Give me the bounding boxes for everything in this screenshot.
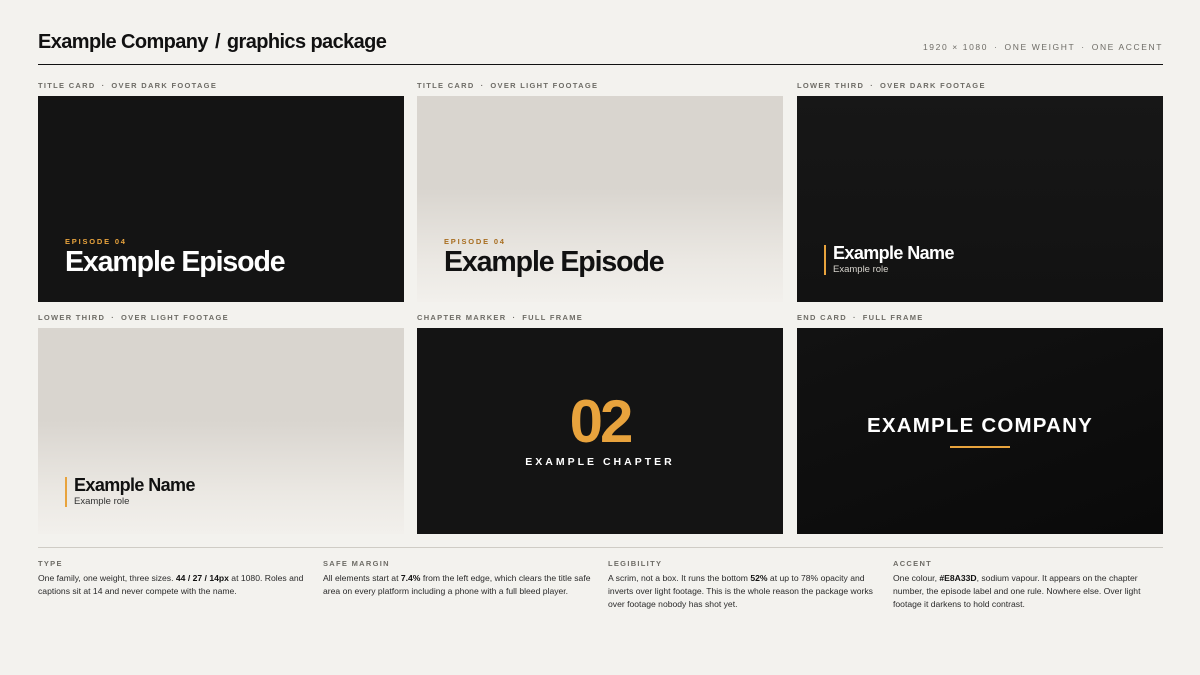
meta-resolution: 1920 × 1080 (922, 42, 989, 52)
card-lower-third-light: LOWER THIRD · OVER LIGHT FOOTAGE Example N… (38, 313, 404, 534)
lower-third-name: Example Name (74, 475, 195, 495)
card-label-type: TITLE CARD (417, 81, 475, 90)
note-emphasis: #E8A33D (939, 573, 977, 583)
card-label: CHAPTER MARKER · FULL FRAME (417, 313, 783, 328)
accent-bar (65, 477, 67, 507)
card-label: LOWER THIRD · OVER LIGHT FOOTAGE (38, 313, 404, 328)
card-label-context: FULL FRAME (522, 313, 584, 322)
lower-third-name: Example Name (833, 243, 954, 263)
label-dot: · (111, 313, 116, 322)
graphics-package-page: Example Company / graphics package 1920 × … (38, 0, 1163, 675)
spec-meta: 1920 × 1080 · ONE WEIGHT · ONE ACCENT (923, 42, 1163, 52)
note-legibility: LEGIBILITY A scrim, not a box. It runs t… (608, 559, 878, 611)
meta-weight: ONE WEIGHT (1004, 42, 1076, 52)
card-title-dark: TITLE CARD · OVER DARK FOOTAGE EPISODE 04 … (38, 81, 404, 302)
note-text: A scrim, not a box. It runs the bottom (608, 573, 751, 583)
preview-frame: Example Name Example role (797, 96, 1163, 302)
card-label: TITLE CARD · OVER DARK FOOTAGE (38, 81, 404, 96)
note-accent: ACCENT One colour, #E8A33D, sodium vapou… (893, 559, 1163, 611)
notes-divider (38, 547, 1163, 548)
preview-frame: EPISODE 04 Example Episode (38, 96, 404, 302)
card-label-context: OVER DARK FOOTAGE (880, 81, 986, 90)
episode-title: Example Episode (65, 246, 286, 278)
note-heading: LEGIBILITY (608, 559, 663, 568)
episode-label: EPISODE 04 (444, 237, 506, 246)
note-body: One colour, #E8A33D, sodium vapour. It a… (893, 572, 1163, 611)
episode-title: Example Episode (444, 246, 665, 278)
meta-dot: · (1081, 42, 1086, 52)
card-label-type: LOWER THIRD (38, 313, 106, 322)
preview-frame: EXAMPLE COMPANY (797, 328, 1163, 534)
card-label-context: OVER DARK FOOTAGE (111, 81, 218, 90)
note-emphasis: 44 / 27 / 14px (175, 573, 229, 583)
card-chapter-marker: CHAPTER MARKER · FULL FRAME 02 EXAMPLE CHA… (417, 313, 783, 534)
meta-dot: · (994, 42, 999, 52)
meta-accent: ONE ACCENT (1091, 42, 1163, 52)
accent-bar (824, 245, 826, 275)
card-label-type: LOWER THIRD (797, 81, 865, 90)
card-label: TITLE CARD · OVER LIGHT FOOTAGE (417, 81, 783, 96)
label-dot: · (512, 313, 517, 322)
lower-third-role: Example role (74, 496, 130, 507)
chapter-name: EXAMPLE CHAPTER (525, 456, 675, 468)
page-header: Example Company / graphics package 1920 × … (38, 30, 1163, 65)
accent-rule (950, 446, 1010, 448)
note-text: One colour, (893, 573, 940, 583)
title-separator: / (214, 31, 221, 53)
card-label-context: FULL FRAME (862, 313, 924, 322)
card-title-light: TITLE CARD · OVER LIGHT FOOTAGE EPISODE 04… (417, 81, 783, 302)
lower-third-role: Example role (833, 264, 889, 275)
card-label: LOWER THIRD · OVER DARK FOOTAGE (797, 81, 1163, 96)
label-dot: · (870, 81, 875, 90)
card-lower-third-dark: LOWER THIRD · OVER DARK FOOTAGE Example Na… (797, 81, 1163, 302)
note-emphasis: 7.4% (400, 573, 421, 583)
note-type: TYPE One family, one weight, three sizes… (38, 559, 308, 598)
note-heading: ACCENT (893, 559, 933, 568)
note-heading: SAFE MARGIN (323, 559, 390, 568)
card-label-type: END CARD (797, 313, 847, 322)
card-label-type: CHAPTER MARKER (417, 313, 507, 322)
note-emphasis: 52% (750, 573, 768, 583)
note-text: One family, one weight, three sizes. (38, 573, 176, 583)
card-label-context: OVER LIGHT FOOTAGE (121, 313, 229, 322)
company-name: Example Company (38, 31, 209, 53)
note-safe-margin: SAFE MARGIN All elements start at 7.4% f… (323, 559, 593, 598)
note-text: All elements start at (323, 573, 401, 583)
package-subtitle: graphics package (226, 31, 387, 53)
label-dot: · (852, 313, 857, 322)
note-body: A scrim, not a box. It runs the bottom 5… (608, 572, 878, 611)
preview-frame: 02 EXAMPLE CHAPTER (417, 328, 783, 534)
card-label-context: OVER LIGHT FOOTAGE (490, 81, 599, 90)
preview-frame: Example Name Example role (38, 328, 404, 534)
note-body: All elements start at 7.4% from the left… (323, 572, 593, 598)
chapter-number: 02 (569, 388, 634, 455)
note-heading: TYPE (38, 559, 63, 568)
card-label-type: TITLE CARD (38, 81, 96, 90)
label-dot: · (480, 81, 485, 90)
note-body: One family, one weight, three sizes. 44 … (38, 572, 308, 598)
episode-label: EPISODE 04 (65, 237, 127, 246)
card-end-card: END CARD · FULL FRAME EXAMPLE COMPANY (797, 313, 1163, 534)
preview-frame: EPISODE 04 Example Episode (417, 96, 783, 302)
end-card-company: EXAMPLE COMPANY (866, 414, 1094, 437)
card-label: END CARD · FULL FRAME (797, 313, 1163, 328)
page-title: Example Company / graphics package (38, 31, 387, 54)
label-dot: · (101, 81, 106, 90)
